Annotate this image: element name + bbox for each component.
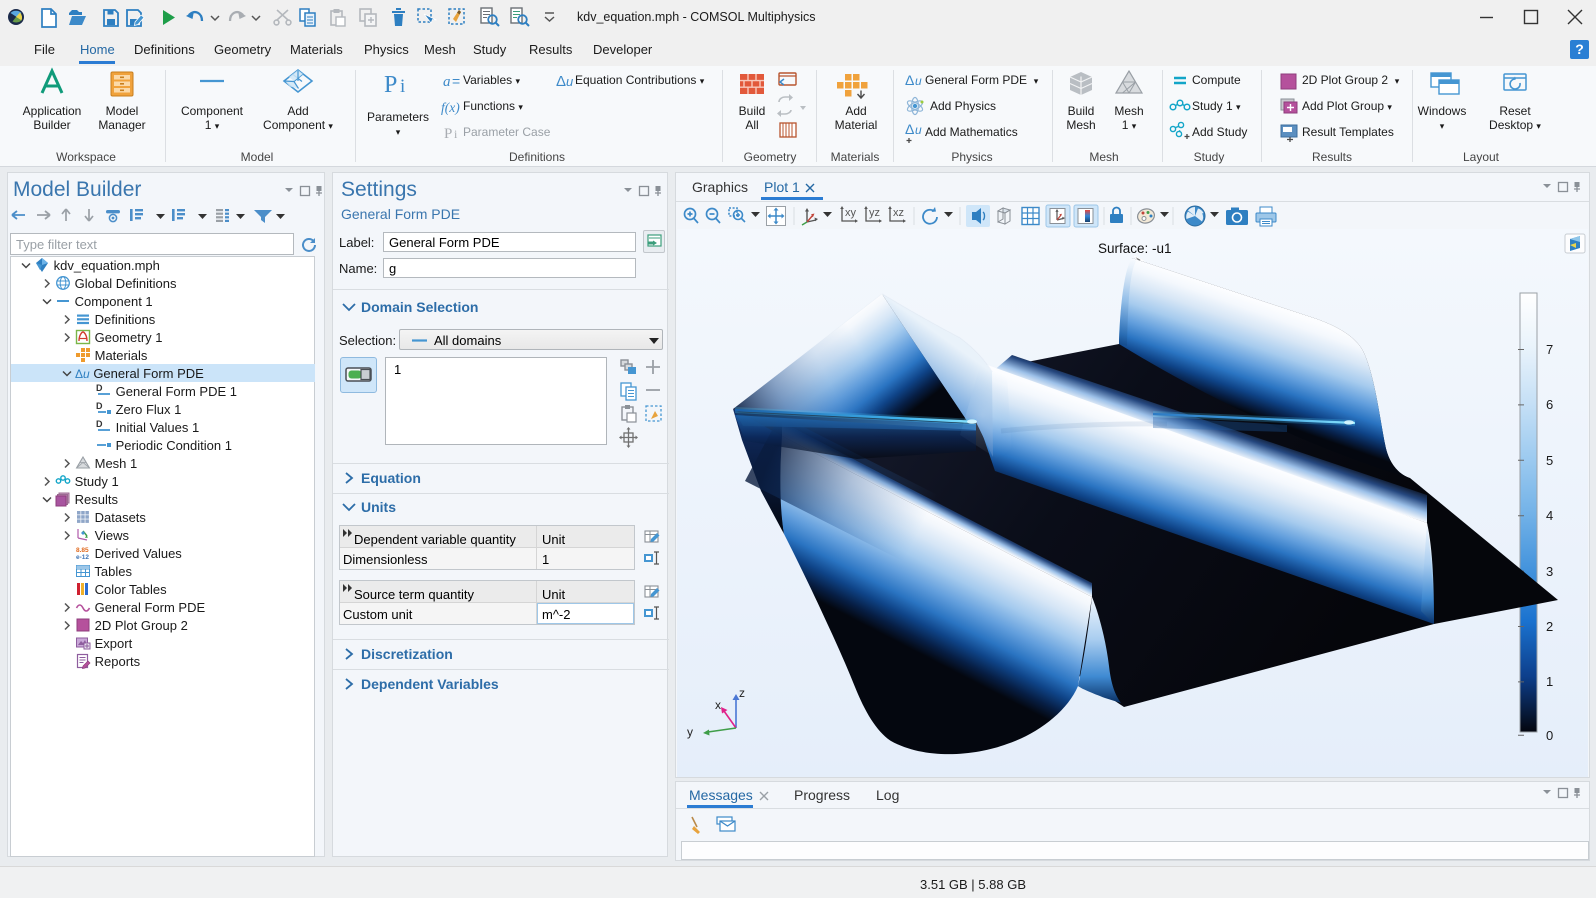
- svg-text:z: z: [739, 686, 745, 700]
- svg-text:D: D: [96, 401, 103, 411]
- svg-text:2: 2: [1546, 619, 1553, 634]
- svg-text:i: i: [400, 76, 405, 97]
- svg-text:5: 5: [1546, 453, 1553, 468]
- svg-text:4: 4: [1546, 508, 1553, 523]
- svg-text:=: =: [452, 73, 460, 89]
- svg-text:u: u: [566, 74, 573, 89]
- svg-text:3: 3: [1546, 564, 1553, 579]
- svg-text:yz: yz: [869, 207, 880, 219]
- svg-text:e-12: e-12: [76, 554, 89, 561]
- svg-text:P: P: [384, 72, 397, 98]
- svg-text:Δ: Δ: [905, 121, 914, 137]
- svg-text:1: 1: [1546, 674, 1553, 689]
- svg-text:f(x): f(x): [441, 100, 460, 115]
- svg-text:D: D: [96, 383, 103, 393]
- svg-text:P: P: [444, 126, 452, 142]
- svg-text:Δ: Δ: [905, 72, 914, 88]
- svg-text:Δ: Δ: [556, 73, 566, 90]
- svg-text:D: D: [96, 419, 103, 429]
- svg-text:xz: xz: [893, 207, 904, 219]
- svg-text:7: 7: [1546, 342, 1553, 357]
- svg-text:xy: xy: [845, 207, 857, 219]
- svg-text:i: i: [454, 127, 458, 141]
- svg-text:0: 0: [1546, 728, 1553, 743]
- svg-text:Surface: -u1: Surface: -u1: [1098, 241, 1172, 256]
- svg-text:a: a: [443, 74, 451, 90]
- svg-text:6: 6: [1546, 397, 1553, 412]
- svg-text:u: u: [915, 123, 922, 137]
- svg-text:u: u: [915, 74, 922, 88]
- svg-text:x: x: [715, 698, 721, 712]
- svg-text:8.85: 8.85: [76, 547, 89, 554]
- svg-text:y: y: [687, 725, 693, 739]
